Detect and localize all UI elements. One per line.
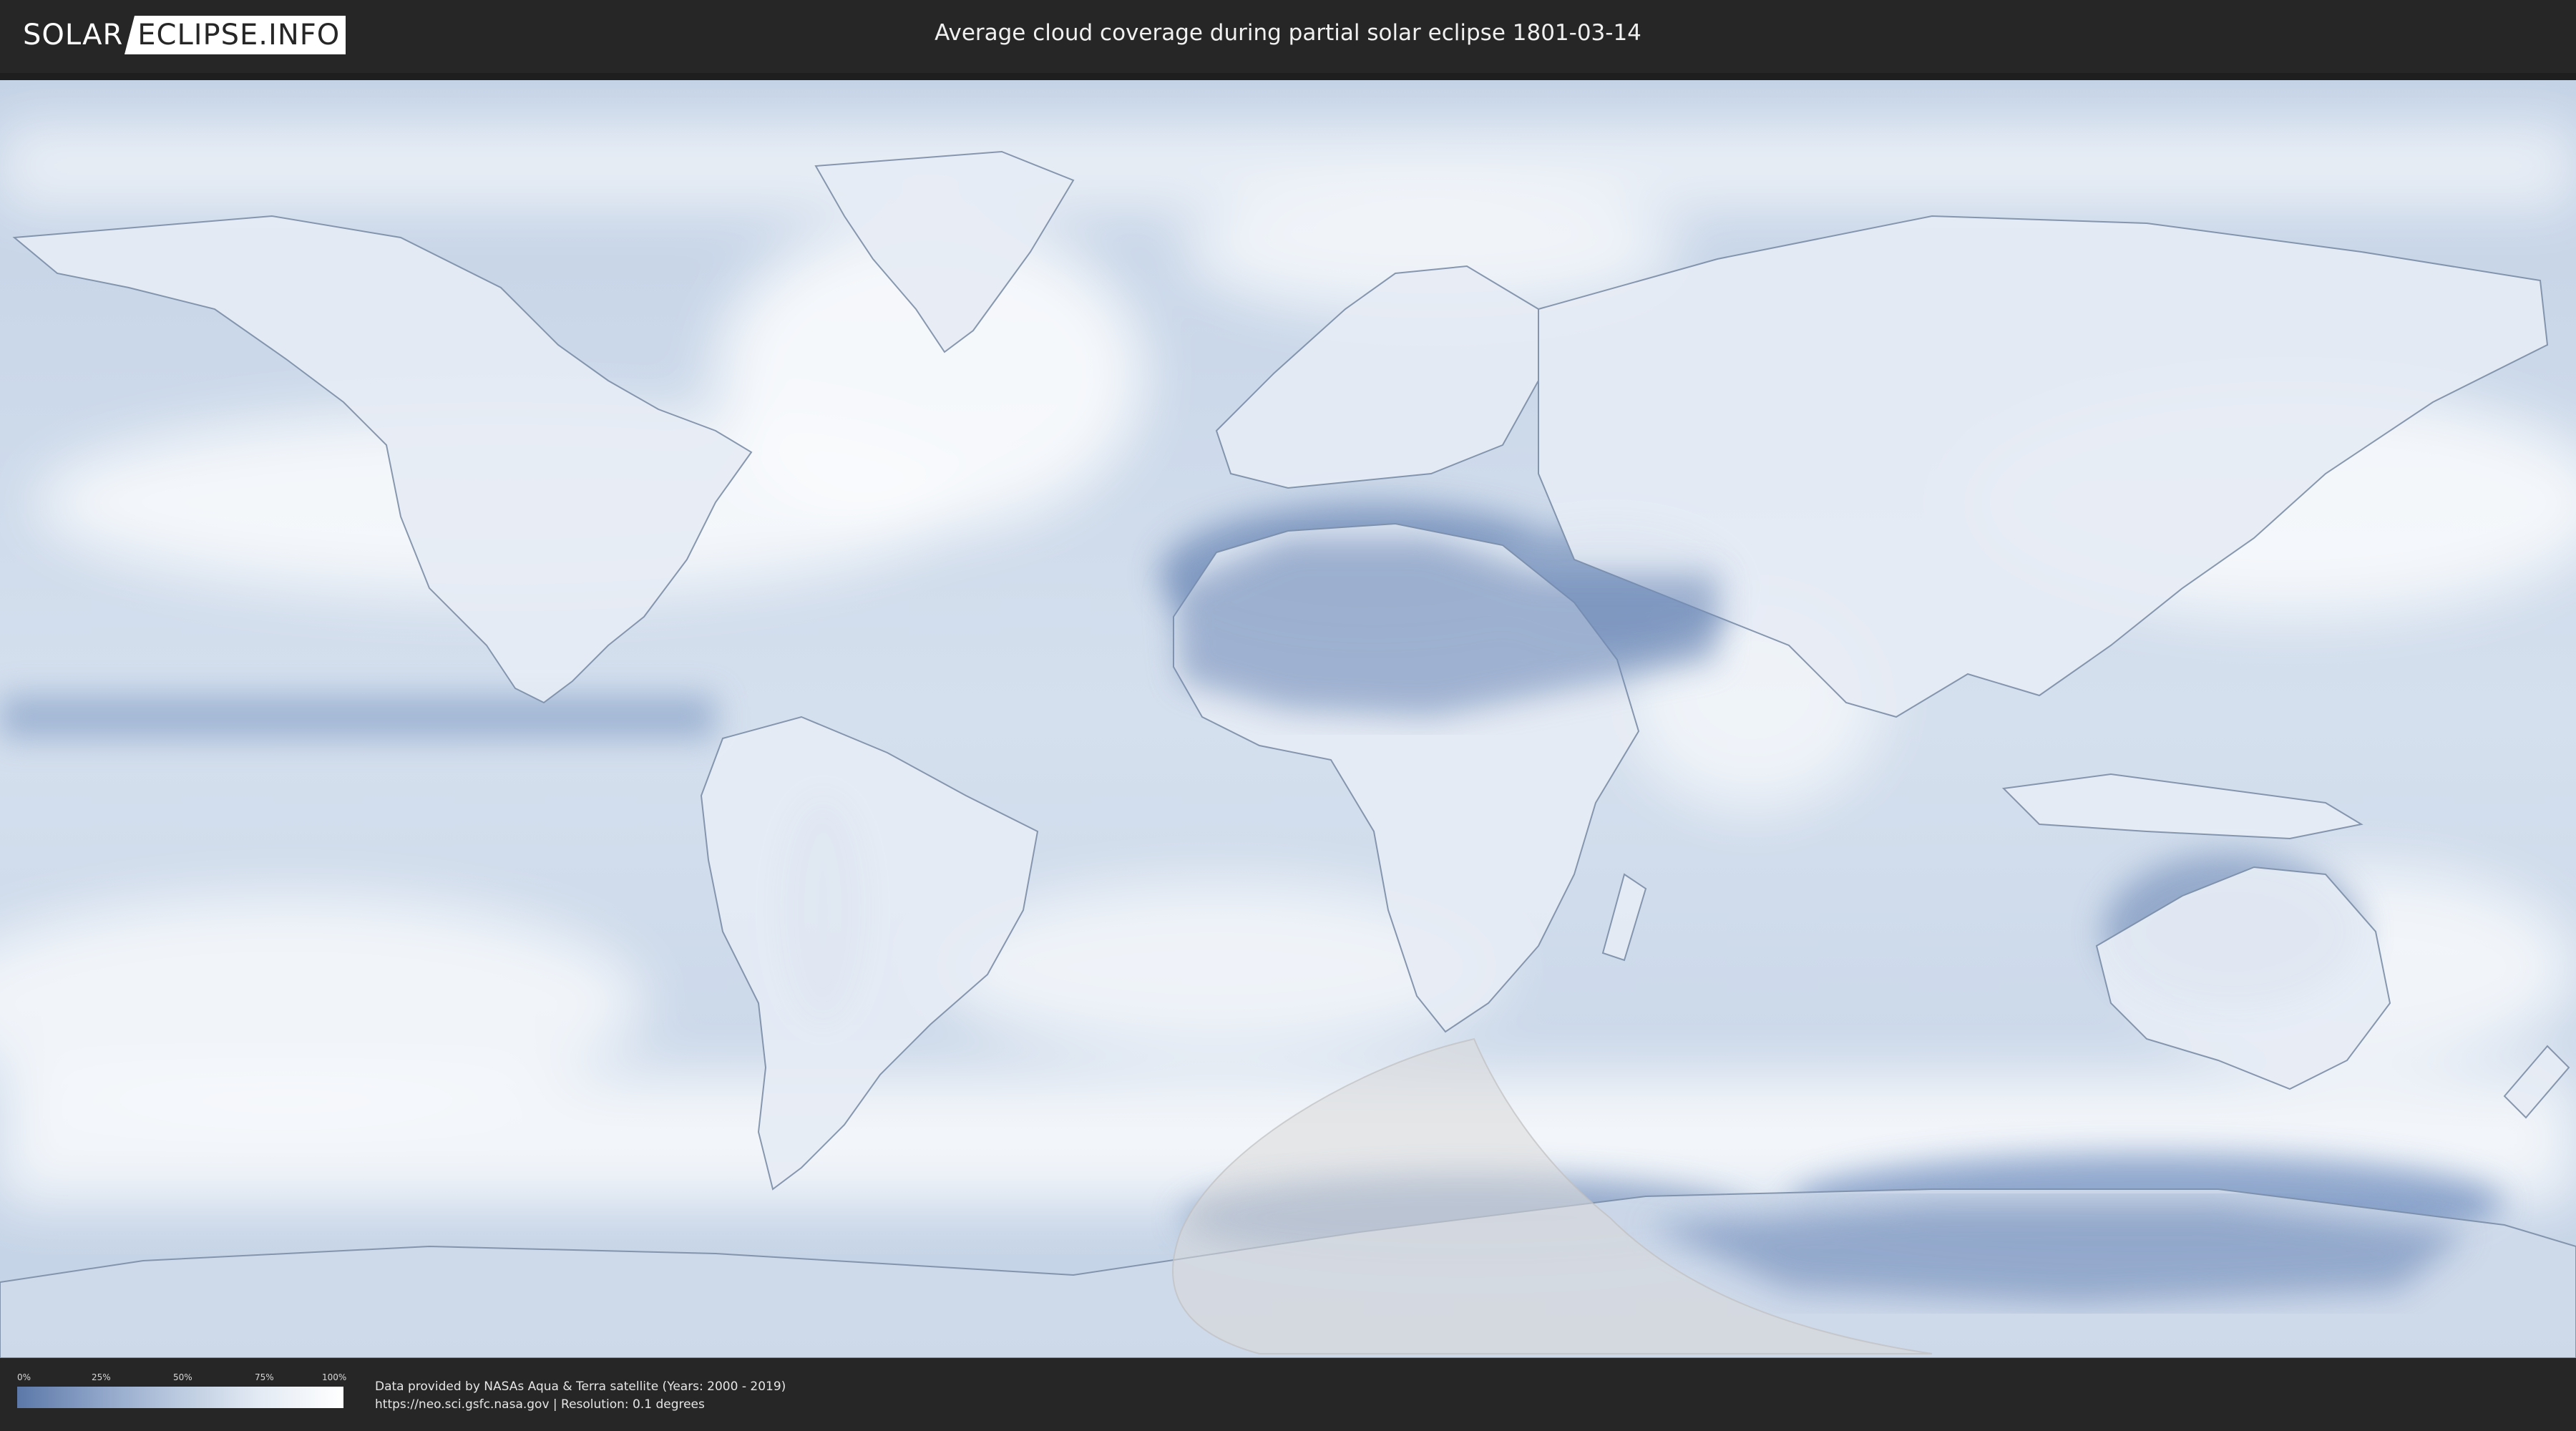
- map-top-edge: [0, 73, 2576, 80]
- cloud-coverage-legend: 0% 25% 50% 75% 100%: [17, 1372, 347, 1408]
- legend-labels: 0% 25% 50% 75% 100%: [17, 1372, 347, 1385]
- legend-label-100: 100%: [322, 1372, 347, 1382]
- page-title: Average cloud coverage during partial so…: [935, 20, 1641, 46]
- credit-line-source: Data provided by NASAs Aqua & Terra sate…: [375, 1379, 786, 1394]
- world-cloud-map[interactable]: [0, 73, 2576, 1358]
- legend-label-50: 50%: [173, 1372, 192, 1382]
- footer: 0% 25% 50% 75% 100% Data provided by NAS…: [0, 1358, 2576, 1431]
- legend-label-0: 0%: [17, 1372, 31, 1382]
- map-panel[interactable]: [0, 73, 2576, 1358]
- legend-gradient-bar: [17, 1387, 343, 1408]
- data-credits: Data provided by NASAs Aqua & Terra sate…: [375, 1378, 786, 1414]
- legend-label-75: 75%: [255, 1372, 274, 1382]
- credit-line-url[interactable]: https://neo.sci.gsfc.nasa.gov | Resoluti…: [375, 1396, 786, 1414]
- legend-label-25: 25%: [92, 1372, 111, 1382]
- header: SOLAR ECLIPSE.INFO Average cloud coverag…: [0, 0, 2576, 72]
